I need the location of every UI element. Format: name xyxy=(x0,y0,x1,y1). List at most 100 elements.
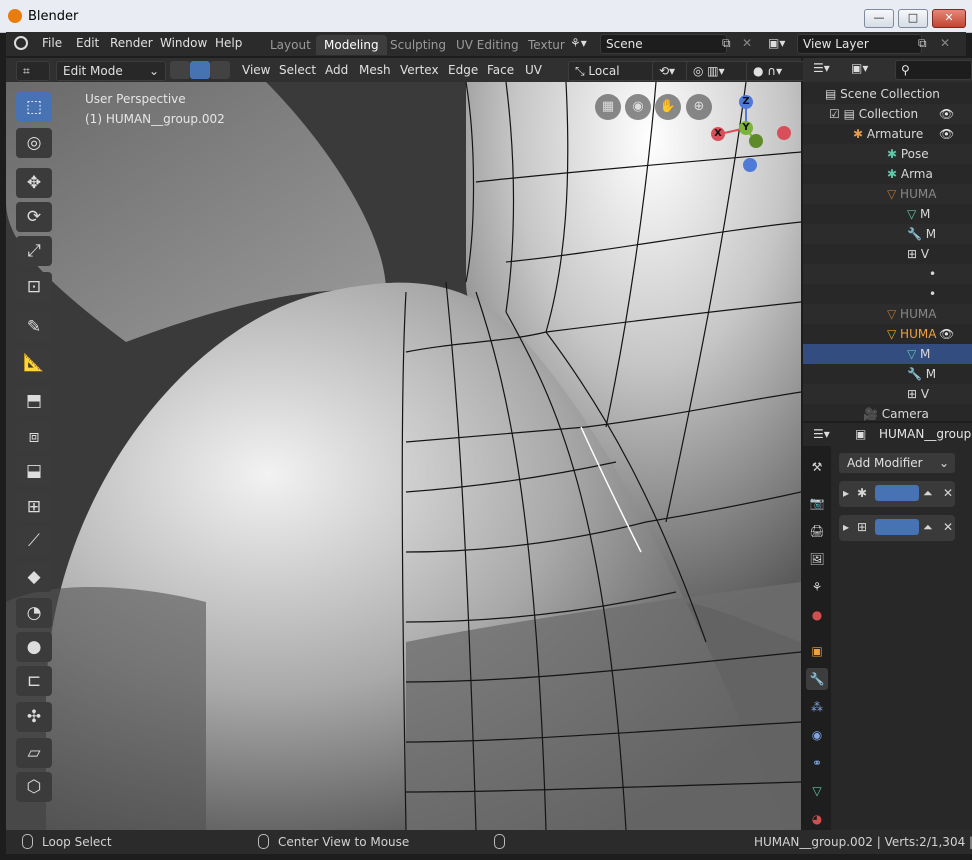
menu-window[interactable]: Window xyxy=(160,36,207,50)
maximize-button[interactable]: □ xyxy=(898,9,928,28)
outliner-row[interactable]: 🔧 M xyxy=(803,224,972,244)
gizmo-x-axis[interactable]: X xyxy=(711,127,725,141)
tab-uv-editing[interactable]: UV Editing xyxy=(448,35,527,55)
new-view-layer-icon[interactable]: ⧉ xyxy=(918,36,927,51)
checkbox-icon[interactable]: ☑ ▤ xyxy=(829,107,859,121)
shear-icon[interactable]: ▱ xyxy=(16,738,52,768)
menu-select[interactable]: Select xyxy=(273,61,322,79)
render-tab-icon[interactable]: 📷 xyxy=(806,492,828,514)
smooth-icon[interactable]: ● xyxy=(16,632,52,662)
transform-icon[interactable]: ⊡ xyxy=(16,272,52,302)
modifier-visibility-toggles[interactable] xyxy=(875,485,919,501)
menu-add[interactable]: Add xyxy=(319,61,354,79)
tool-tab-icon[interactable]: ⚒ xyxy=(806,456,828,478)
modifier-tab-icon[interactable]: 🔧 xyxy=(806,668,828,690)
toggle-view-icon[interactable]: ▦ xyxy=(595,94,621,120)
outliner-row[interactable]: ▽ M xyxy=(803,204,972,224)
snapping-icon[interactable]: ◎ ▥▾ xyxy=(686,61,750,81)
scene-tab-icon[interactable]: ⚘ xyxy=(806,576,828,598)
outliner-row[interactable]: ✱ Pose xyxy=(803,144,972,164)
remove-modifier-icon[interactable]: ✕ xyxy=(943,486,953,500)
select-box-icon[interactable]: ⬚ xyxy=(16,92,52,122)
face-select-button[interactable] xyxy=(210,61,230,79)
extrude-region-icon[interactable]: ⬒ xyxy=(16,386,52,416)
object-tab-icon[interactable]: ▣ xyxy=(806,640,828,662)
particles-tab-icon[interactable]: ⁂ xyxy=(806,696,828,718)
camera-view-icon[interactable]: ◉ xyxy=(625,94,651,120)
scene-icon[interactable]: ⚘▾ xyxy=(570,36,587,50)
minimize-button[interactable]: — xyxy=(864,9,894,28)
scene-name-field[interactable]: Scene xyxy=(600,34,727,54)
menu-view[interactable]: View xyxy=(236,61,276,79)
outliner-row[interactable]: ▽ HUMA xyxy=(803,304,972,324)
menu-help[interactable]: Help xyxy=(215,36,242,50)
mode-dropdown[interactable]: Edit Mode ⌄ xyxy=(56,61,166,81)
outliner-row[interactable]: ⊞ V xyxy=(803,384,972,404)
rip-region-icon[interactable]: ⬡ xyxy=(16,772,52,802)
mesh-data-tab-icon[interactable]: ▽ xyxy=(806,780,828,802)
menu-edge[interactable]: Edge xyxy=(442,61,484,79)
knife-icon[interactable]: ⟋ xyxy=(16,526,52,556)
annotate-icon[interactable]: ✎ xyxy=(16,312,52,342)
modifier-row-armature[interactable]: ▸ ✱ ⏶ ✕ xyxy=(839,481,955,507)
outliner-row[interactable]: ▽ HUMA 👁 xyxy=(803,324,972,344)
properties-editor-icon[interactable]: ☰▾ xyxy=(813,427,830,441)
gizmo-y-axis[interactable]: Y xyxy=(739,121,753,135)
move-modifier-icon[interactable]: ⏶ xyxy=(923,520,933,535)
eye-icon[interactable]: 👁 xyxy=(939,104,954,124)
rotate-icon[interactable]: ⟳ xyxy=(16,202,52,232)
move-modifier-icon[interactable]: ⏶ xyxy=(923,486,933,501)
physics-tab-icon[interactable]: ◉ xyxy=(806,724,828,746)
outliner-row[interactable]: • xyxy=(803,264,972,284)
expand-arrow-icon[interactable]: ▸ xyxy=(843,486,849,500)
edge-slide-icon[interactable]: ⊏ xyxy=(16,666,52,696)
outliner-row[interactable]: ▽ M xyxy=(803,344,972,364)
poly-build-icon[interactable]: ◆ xyxy=(16,562,52,592)
outliner-row[interactable]: ✱ Armature 👁 xyxy=(803,124,972,144)
menu-file[interactable]: File xyxy=(42,36,62,50)
gizmo-z-axis[interactable]: Z xyxy=(739,95,753,109)
outliner-row[interactable]: ☑ ▤ Collection 👁 xyxy=(803,104,972,124)
modifier-visibility-toggles[interactable] xyxy=(875,519,919,535)
gizmo-neg-y[interactable] xyxy=(749,134,763,148)
editor-type-icon[interactable]: ⌗ xyxy=(16,61,50,81)
outliner-row[interactable]: ▤ Scene Collection xyxy=(803,84,972,104)
move-icon[interactable]: ✥ xyxy=(16,168,52,198)
vertex-select-button[interactable] xyxy=(170,61,190,79)
delete-scene-icon[interactable]: ✕ xyxy=(742,36,752,50)
close-button[interactable]: ✕ xyxy=(932,9,966,28)
spin-icon[interactable]: ◔ xyxy=(16,598,52,628)
outliner-row[interactable]: ✱ Arma xyxy=(803,164,972,184)
pan-hand-icon[interactable]: ✋ xyxy=(655,94,681,120)
edge-select-button[interactable] xyxy=(190,61,210,79)
menu-render[interactable]: Render xyxy=(110,36,153,50)
inset-faces-icon[interactable]: ⧈ xyxy=(16,422,52,452)
3d-viewport[interactable]: User Perspective (1) HUMAN__group.002 ▦ … xyxy=(6,82,801,830)
menu-uv[interactable]: UV xyxy=(519,61,548,79)
gizmo-neg-x[interactable] xyxy=(777,126,791,140)
menu-vertex[interactable]: Vertex xyxy=(394,61,445,79)
view-layer-tab-icon[interactable]: 🖼 xyxy=(806,548,828,570)
constraints-tab-icon[interactable]: ⚭ xyxy=(806,752,828,774)
cursor-icon[interactable]: ◎ xyxy=(16,128,52,158)
loop-cut-icon[interactable]: ⊞ xyxy=(16,492,52,522)
material-tab-icon[interactable]: ◕ xyxy=(806,808,828,830)
measure-icon[interactable]: 📐 xyxy=(16,348,52,378)
menu-mesh[interactable]: Mesh xyxy=(353,61,397,79)
shrink-fatten-icon[interactable]: ✣ xyxy=(16,702,52,732)
menu-edit[interactable]: Edit xyxy=(76,36,99,50)
gizmo-neg-z[interactable] xyxy=(743,158,757,172)
delete-view-layer-icon[interactable]: ✕ xyxy=(940,36,950,50)
eye-icon[interactable]: 👁 xyxy=(939,124,954,144)
tab-layout[interactable]: Layout xyxy=(262,35,319,55)
eye-icon[interactable]: 👁 xyxy=(939,324,954,344)
view-layer-field[interactable]: View Layer xyxy=(797,34,922,54)
outliner-editor-icon[interactable]: ☰▾ xyxy=(813,61,830,75)
outliner-row[interactable]: 🔧 M xyxy=(803,364,972,384)
outliner-search-input[interactable]: ⚲ xyxy=(895,60,972,80)
outliner-row[interactable]: 🎥 Camera xyxy=(803,404,972,421)
scale-icon[interactable]: ⤢ xyxy=(16,236,52,266)
tab-sculpting[interactable]: Sculpting xyxy=(382,35,454,55)
remove-modifier-icon[interactable]: ✕ xyxy=(943,520,953,534)
outliner-row[interactable]: ⊞ V xyxy=(803,244,972,264)
